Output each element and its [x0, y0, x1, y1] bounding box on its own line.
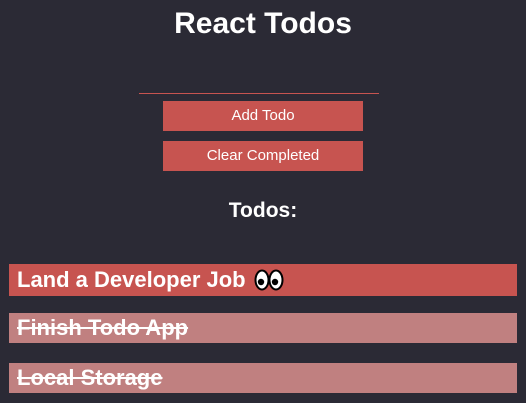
todo-list: Land a Developer Job Finish Todo App Loc…: [9, 264, 517, 403]
eyes-icon: [254, 267, 284, 293]
todo-item-text: Land a Developer Job: [17, 267, 246, 292]
add-todo-button[interactable]: Add Todo: [163, 101, 363, 131]
todo-item-text: Finish Todo App: [17, 315, 189, 340]
clear-completed-button[interactable]: Clear Completed: [163, 141, 363, 171]
todo-app: React Todos Add Todo Clear Completed Tod…: [0, 0, 526, 403]
todo-item[interactable]: Local Storage: [9, 363, 517, 393]
todos-heading: Todos:: [228, 199, 298, 222]
todo-item[interactable]: Land a Developer Job: [9, 264, 517, 296]
todo-item[interactable]: Finish Todo App: [9, 313, 517, 343]
todo-item-text: Local Storage: [17, 365, 163, 390]
todo-input[interactable]: [139, 70, 379, 94]
page-title: React Todos: [174, 7, 352, 40]
